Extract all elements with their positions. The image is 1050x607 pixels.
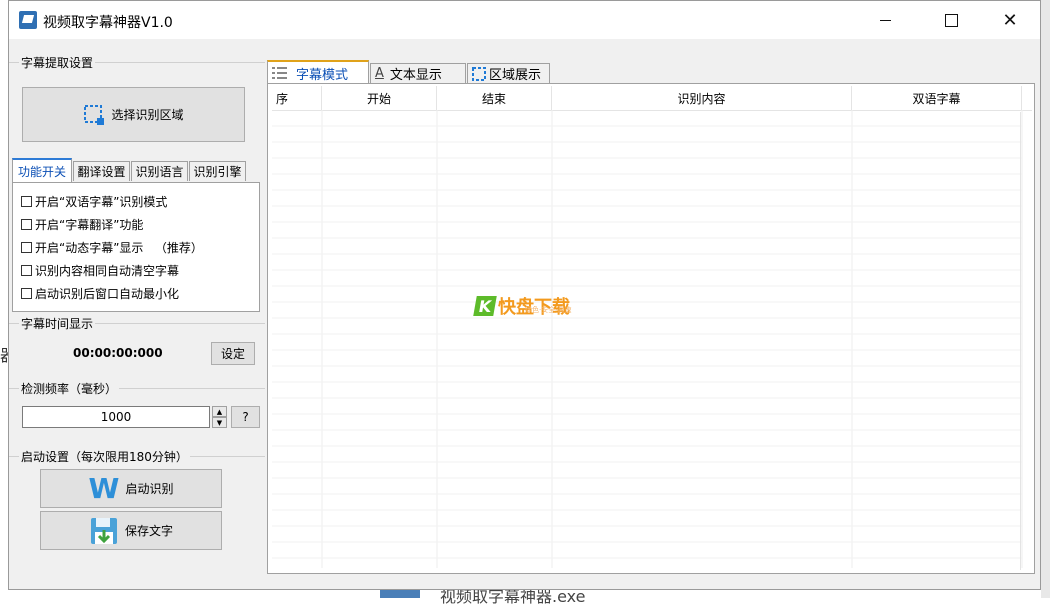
checkbox-label: 开启“双语字幕”识别模式 [35,195,168,209]
region-icon [472,66,486,81]
frequency-input[interactable] [22,406,210,428]
table-grid [272,110,1023,568]
save-disk-icon [90,517,117,544]
checkbox-bilingual-mode[interactable]: 开启“双语字幕”识别模式 [21,193,167,210]
app-window: 视频取字幕神器V1.0 ✕ 字幕提取设置 选择识别区域 功能开关 翻译设置 识别… [8,0,1041,590]
feature-switch-panel: 开启“双语字幕”识别模式 开启“字幕翻译”功能 开启“动态字幕”显示 （推荐） … [12,182,260,312]
set-time-button[interactable]: 设定 [211,342,255,365]
start-settings-label: 启动设置（每次限用180分钟） [19,448,190,465]
save-text-label: 保存文字 [124,524,173,538]
minimize-button[interactable] [862,1,908,39]
checkbox-auto-minimize[interactable]: 启动识别后窗口自动最小化 [21,285,179,302]
select-region-button[interactable]: 选择识别区域 [22,87,245,142]
save-text-button[interactable]: 保存文字 [40,511,222,550]
checkbox-dynamic-subtitle[interactable]: 开启“动态字幕”显示 （推荐） [21,239,203,256]
tab-label: 字幕模式 [296,67,349,83]
watermark-subtext: 绿色·安全·高速 [525,306,572,314]
minimize-icon [879,19,891,21]
tab-text-display[interactable]: A 文本显示 [370,63,466,83]
table-scrollbar-track[interactable] [1020,112,1021,570]
tab-recognition-engine[interactable]: 识别引擎 [189,161,246,181]
maximize-icon [944,13,958,27]
subtitle-time-label: 字幕时间显示 [19,315,96,332]
frequency-help-button[interactable]: ? [231,406,260,428]
column-header-start[interactable]: 开始 [322,86,437,110]
text-a-icon: A [375,66,384,81]
select-region-label: 选择识别区域 [111,108,184,122]
app-icon [19,11,37,29]
window-title: 视频取字幕神器V1.0 [43,15,173,31]
subtitle-time-value: 00:00:00:000 [73,346,163,360]
title-bar: 视频取字幕神器V1.0 ✕ [9,1,1040,39]
checkbox-subtitle-translation[interactable]: 开启“字幕翻译”功能 [21,216,143,233]
column-header-content[interactable]: 识别内容 [552,86,852,110]
checkbox-label: 启动识别后窗口自动最小化 [35,287,180,301]
checkbox-label: 识别内容相同自动清空字幕 [35,264,180,278]
checkbox-box[interactable] [21,196,32,207]
start-recognition-label: 启动识别 [125,482,174,496]
tab-recognition-language[interactable]: 识别语言 [131,161,188,181]
tab-label: 区域展示 [489,68,542,83]
tab-region-display[interactable]: 区域展示 [467,63,550,83]
checkbox-box[interactable] [21,219,32,230]
capture-settings-label: 字幕提取设置 [19,54,96,71]
background-right-strip [1041,0,1050,598]
checkbox-label: 开启“字幕翻译”功能 [35,218,144,232]
column-header-end[interactable]: 结束 [437,86,552,110]
tab-subtitle-mode[interactable]: 字幕模式 [267,60,369,84]
tab-label: 文本显示 [389,68,442,83]
start-recognition-button[interactable]: W 启动识别 [40,469,222,508]
spin-down-button[interactable]: ▼ [212,417,227,428]
close-button[interactable]: ✕ [987,1,1033,39]
column-header-bilingual[interactable]: 双语字幕 [852,86,1022,110]
tab-translation-settings[interactable]: 翻译设置 [73,161,130,181]
region-select-icon [84,104,105,125]
checkbox-box[interactable] [21,242,32,253]
tab-feature-switches[interactable]: 功能开关 [12,158,72,182]
list-icon [272,67,287,79]
checkbox-label: 开启“动态字幕”显示 （推荐） [35,241,203,255]
close-icon: ✕ [1002,9,1018,31]
column-header-index[interactable]: 序 [272,86,322,110]
maximize-button[interactable] [928,1,974,39]
spin-up-button[interactable]: ▲ [212,406,227,417]
subtitle-table: 序 开始 结束 识别内容 双语字幕 [267,83,1035,574]
checkbox-box[interactable] [21,265,32,276]
checkbox-auto-clear[interactable]: 识别内容相同自动清空字幕 [21,262,179,279]
checkbox-box[interactable] [21,288,32,299]
table-header: 序 开始 结束 识别内容 双语字幕 [272,86,1032,111]
watermark-k-icon: K [473,296,497,316]
detect-frequency-label: 检测频率（毫秒） [19,380,120,397]
start-w-icon: W [88,472,120,505]
